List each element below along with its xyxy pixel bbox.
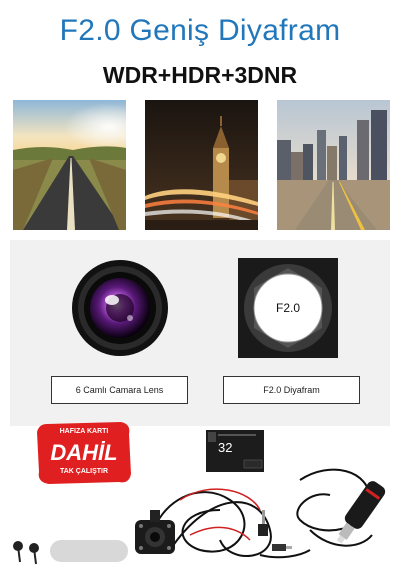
city-street-photo: [277, 100, 390, 230]
lens-label: 6 Camlı Camara Lens: [51, 376, 188, 404]
road-sunset-photo: [13, 100, 126, 230]
aperture-text: F2.0: [275, 301, 300, 315]
headline-title: F2.0 Geniş Diyafram: [59, 14, 341, 47]
headline-subtitle: WDR+HDR+3DNR: [102, 62, 298, 88]
accessories-image: [0, 440, 400, 570]
aperture-image: F2.0: [238, 258, 338, 358]
camera-lens-image: [70, 258, 170, 358]
feature-panel: F2.0 Geniş Diyafram WDR+HDR+3DNR F2.0 6 …: [10, 8, 390, 426]
badge-top-text: HAFIZA KARTI: [59, 428, 109, 435]
big-ben-night-photo: [145, 100, 258, 230]
aperture-label: F2.0 Diyafram: [223, 376, 360, 404]
